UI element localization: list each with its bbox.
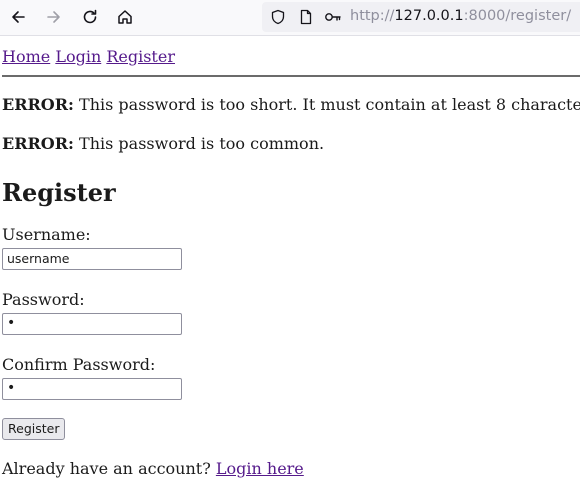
password-label: Password: xyxy=(2,290,85,309)
url-text[interactable]: http://127.0.0.1:8000/register/ xyxy=(350,8,571,24)
register-button[interactable]: Register xyxy=(2,418,66,440)
reload-button[interactable] xyxy=(76,4,104,30)
shield-icon[interactable] xyxy=(270,9,286,25)
page-icon[interactable] xyxy=(298,9,314,25)
url-path: :8000/register/ xyxy=(463,8,572,24)
url-host: 127.0.0.1 xyxy=(394,8,464,24)
login-prompt-text: Already have an account? xyxy=(2,459,211,478)
confirm-password-label: Confirm Password: xyxy=(2,355,156,374)
error-text: This password is too common. xyxy=(73,134,325,153)
error-text: This password is too short. It must cont… xyxy=(73,95,580,114)
nav-register-link[interactable]: Register xyxy=(106,47,175,66)
site-nav: Home Login Register xyxy=(2,47,580,67)
login-prompt: Already have an account? Login here xyxy=(2,459,580,479)
username-input[interactable]: username xyxy=(2,248,182,270)
browser-toolbar: http://127.0.0.1:8000/register/ xyxy=(0,0,580,36)
error-message: ERROR: This password is too common. xyxy=(2,134,580,154)
url-scheme: http:// xyxy=(350,8,395,24)
password-input[interactable]: • xyxy=(2,313,182,335)
back-button[interactable] xyxy=(4,4,32,30)
key-icon[interactable] xyxy=(324,9,342,25)
reload-icon xyxy=(83,9,97,24)
home-button[interactable] xyxy=(111,4,139,30)
forward-arrow-icon xyxy=(47,11,60,23)
register-form: Username: username Password: • Confirm P… xyxy=(2,225,580,440)
login-here-link[interactable]: Login here xyxy=(216,459,304,478)
url-bar[interactable]: http://127.0.0.1:8000/register/ xyxy=(262,2,580,32)
nav-divider xyxy=(2,75,580,77)
error-label: ERROR: xyxy=(2,95,74,114)
nav-home-link[interactable]: Home xyxy=(2,47,50,66)
error-message: ERROR: This password is too short. It mu… xyxy=(2,95,580,115)
error-label: ERROR: xyxy=(2,134,74,153)
back-arrow-icon xyxy=(12,11,25,23)
forward-button[interactable] xyxy=(40,4,68,30)
page-title: Register xyxy=(2,178,116,207)
home-icon xyxy=(118,10,132,24)
confirm-password-input[interactable]: • xyxy=(2,378,182,400)
nav-login-link[interactable]: Login xyxy=(55,47,101,66)
page-content: Home Login Register ERROR: This password… xyxy=(2,37,580,495)
username-label: Username: xyxy=(2,225,91,244)
